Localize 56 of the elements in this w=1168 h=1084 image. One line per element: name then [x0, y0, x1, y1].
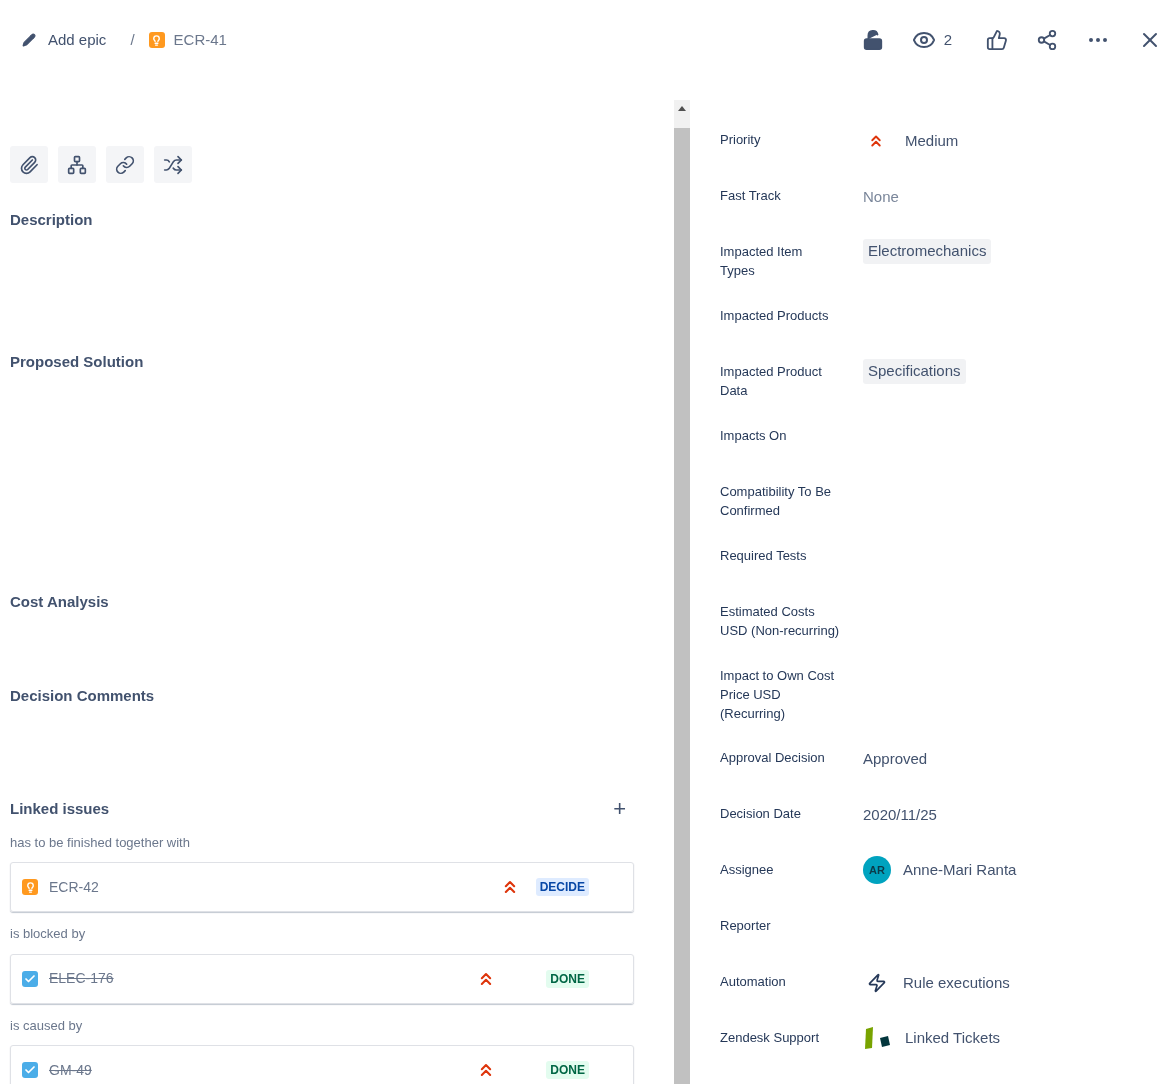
status-lozenge: DONE — [546, 1061, 589, 1079]
field-label: Impacts On — [720, 427, 788, 446]
avatar: AR — [863, 856, 891, 884]
issue-key[interactable]: ELEC-176 — [49, 968, 114, 989]
section-heading: Proposed Solution — [10, 352, 145, 372]
add-button[interactable]: + — [609, 798, 630, 821]
field-value: Medium — [905, 131, 959, 151]
field-value: 2020/11/25 — [863, 805, 937, 825]
tag: Electromechanics — [863, 239, 992, 264]
shuffle-icon[interactable] — [154, 146, 192, 183]
linked-issue-card[interactable]: GM-49 DONE — [10, 1045, 634, 1084]
linked-issue-card[interactable]: ECR-42 DECIDE — [10, 862, 634, 912]
linked-issue-card[interactable]: ELEC-176 DONE — [10, 953, 634, 1004]
hierarchy-icon[interactable] — [58, 146, 96, 183]
field-label: Impacted Item Types — [720, 243, 804, 278]
field-label: Approval Decision — [720, 749, 826, 767]
link-relation: is caused by — [10, 1016, 84, 1035]
issue-key[interactable]: GM-49 — [49, 1059, 92, 1081]
field-label: Assignee — [720, 861, 775, 879]
issue-key-link[interactable]: ECR-41 — [173, 28, 227, 52]
field-value: Approved — [863, 749, 928, 769]
status-lozenge: DONE — [546, 969, 589, 988]
pencil-icon — [22, 33, 36, 47]
field-label: Priority — [720, 131, 762, 149]
link-relation: has to be finished together with — [10, 833, 191, 852]
link-icon[interactable] — [106, 146, 144, 183]
field-value[interactable]: Rule executions — [903, 972, 1010, 995]
section-heading: Description — [10, 210, 94, 230]
breadcrumb-separator: / — [130, 29, 135, 50]
field-label: Decision Date — [720, 805, 802, 823]
field-label: Fast Track — [720, 187, 782, 205]
lightning-icon — [867, 973, 887, 994]
field-label: Zendesk Support — [720, 1029, 820, 1047]
tag: Specifications — [863, 359, 966, 384]
section-heading: Linked issues — [10, 799, 110, 819]
lightbulb-icon — [148, 32, 165, 48]
field-label: Compatibility To Be Confirmed — [720, 483, 833, 518]
field-label: Impact to Own Cost Price USD (Recurring) — [720, 667, 836, 719]
add-epic-link[interactable]: Add epic — [22, 28, 107, 52]
field-label: Required Tests — [720, 547, 808, 566]
watch-button[interactable]: 2 — [911, 28, 952, 52]
field-value: None — [863, 187, 899, 207]
field-label: Impacted Product Data — [720, 363, 823, 398]
field-label: Impacted Products — [720, 307, 830, 326]
zendesk-logo-icon — [863, 1026, 893, 1050]
user-name[interactable]: Anne-Mari Ranta — [903, 858, 1017, 882]
section-heading: Decision Comments — [10, 686, 156, 706]
field-label: Reporter — [720, 917, 772, 935]
attach-icon[interactable] — [10, 146, 48, 183]
field-label: Automation — [720, 973, 787, 991]
field-value[interactable]: Linked Tickets — [905, 1026, 1001, 1050]
section-heading: Cost Analysis — [10, 592, 110, 612]
issue-key[interactable]: ECR-42 — [49, 876, 99, 898]
field-label: Estimated Costs USD (Non-recurring) — [720, 603, 840, 638]
link-relation: is blocked by — [10, 925, 87, 943]
status-lozenge: DECIDE — [535, 878, 589, 896]
